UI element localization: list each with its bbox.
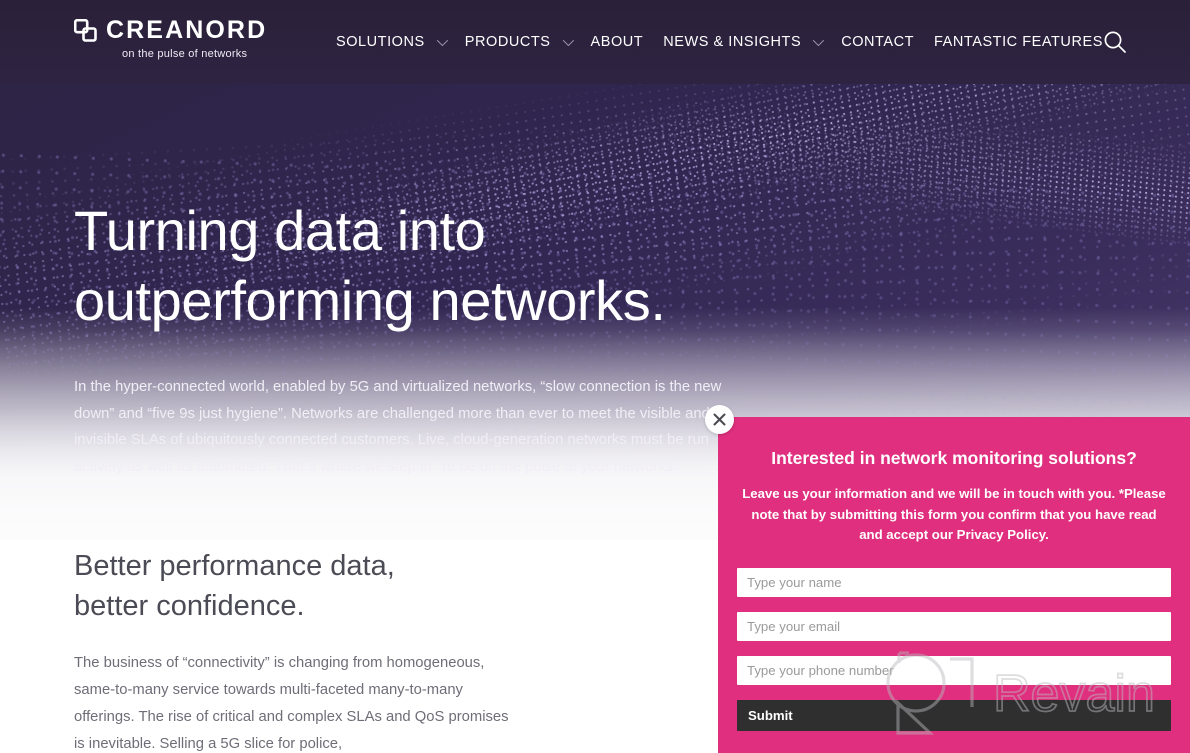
- popup-heading: Interested in network monitoring solutio…: [771, 448, 1137, 468]
- close-icon[interactable]: [705, 405, 734, 434]
- section-two-title-line-1: Better performance data,: [74, 550, 395, 582]
- nav-item-solutions[interactable]: SOLUTIONS: [336, 30, 448, 54]
- nav-item-products[interactable]: PRODUCTS: [464, 30, 574, 54]
- phone-input[interactable]: [737, 655, 1171, 685]
- nav-item-label: SOLUTIONS: [336, 34, 425, 50]
- nav-item-label: FANTASTIC FEATURES: [934, 34, 1103, 50]
- nav-item-label: ABOUT: [590, 34, 644, 50]
- hero-title-line-2: outperforming networks.: [74, 269, 666, 332]
- page-root: CREANORD on the pulse of networks SOLUTI…: [0, 0, 1190, 753]
- nav-item-label: PRODUCTS: [464, 34, 551, 50]
- overlapping-squares-logo-mark-icon: [73, 18, 97, 42]
- name-input[interactable]: [737, 567, 1171, 597]
- section-two-title: Better performance data, better confiden…: [74, 546, 544, 626]
- chevron-down-icon: [562, 34, 574, 47]
- brand-wordmark: CREANORD: [106, 16, 268, 44]
- hero-title: Turning data into outperforming networks…: [74, 196, 774, 336]
- brand-tagline: on the pulse of networks: [122, 48, 248, 60]
- nav-item-news-and-insights[interactable]: NEWS & INSIGHTS: [663, 30, 825, 54]
- site-header: CREANORD on the pulse of networks SOLUTI…: [0, 0, 1190, 84]
- brand-logo[interactable]: CREANORD on the pulse of networks: [73, 16, 268, 60]
- section-two-title-line-2: better confidence.: [74, 590, 305, 622]
- section-two-paragraph: The business of “connectivity” is changi…: [74, 655, 509, 752]
- hero-paragraph: In the hyper-connected world, enabled by…: [74, 379, 722, 475]
- search-icon[interactable]: [1102, 29, 1128, 55]
- nav-item-label: NEWS & INSIGHTS: [663, 34, 802, 50]
- section-better-performance: Better performance data, better confiden…: [74, 546, 544, 753]
- popup-subtext: Leave us your information and we will be…: [742, 486, 1166, 542]
- nav-item-contact[interactable]: CONTACT: [841, 30, 914, 54]
- popup-form: Submit: [737, 567, 1171, 731]
- nav-item-fantastic-features[interactable]: FANTASTIC FEATURES: [934, 30, 1103, 54]
- nav-item-about[interactable]: ABOUT: [591, 30, 644, 54]
- nav-item-label: CONTACT: [841, 34, 915, 50]
- newsletter-popup: Interested in network monitoring solutio…: [718, 417, 1190, 753]
- submit-button[interactable]: Submit: [737, 699, 1171, 731]
- hero-title-line-1: Turning data into: [74, 199, 486, 262]
- main-navigation: SOLUTIONS PRODUCTS ABOUT NEWS & INSIGHTS…: [336, 0, 1103, 84]
- chevron-down-icon: [436, 34, 448, 47]
- email-input[interactable]: [737, 611, 1171, 641]
- hero-section: Turning data into outperforming networks…: [74, 196, 774, 480]
- chevron-down-icon: [812, 34, 825, 47]
